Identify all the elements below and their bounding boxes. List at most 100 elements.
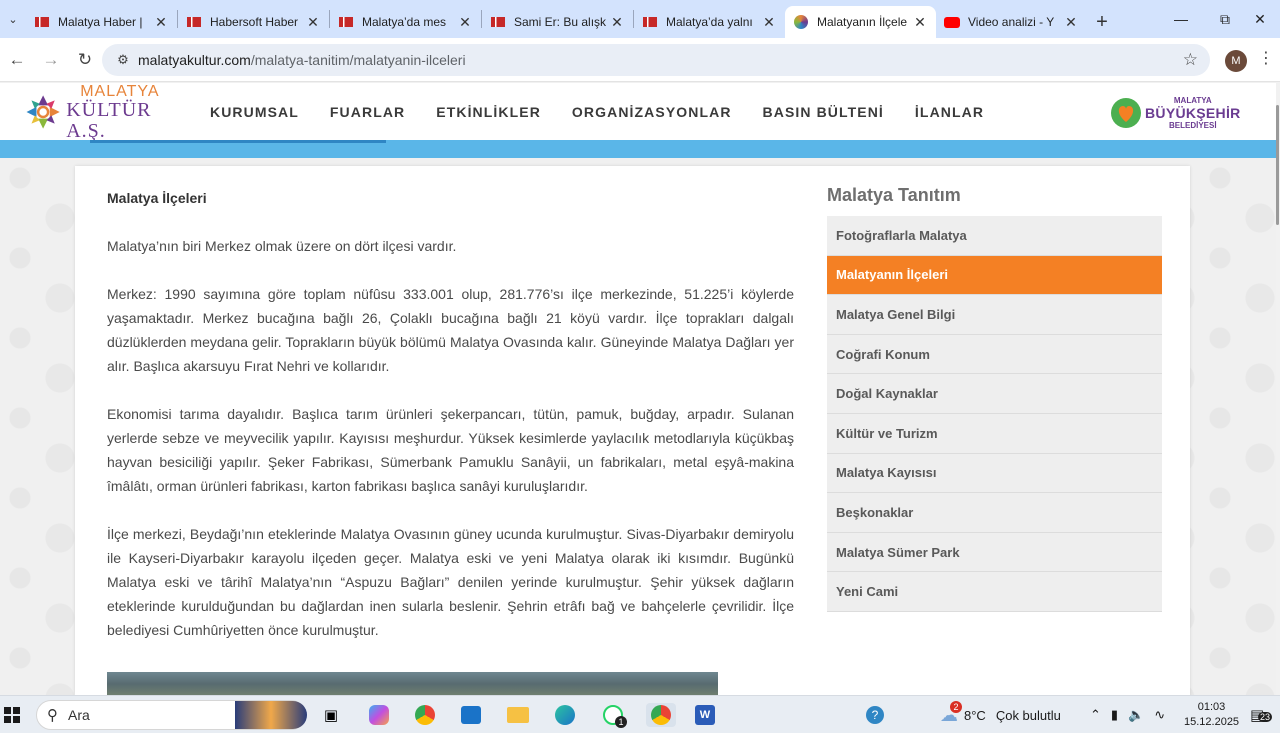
bookmark-star-icon[interactable]: ☆ (1183, 50, 1198, 70)
browser-tab[interactable]: Habersoft Haber ✕ (178, 6, 329, 38)
buyuksehir-logo[interactable]: MALATYA BÜYÜKŞEHİR BELEDİYESİ (1110, 95, 1241, 131)
page-scrollbar[interactable] (1276, 83, 1280, 695)
browser-tab-active[interactable]: Malatyanın İlçele ✕ (785, 6, 936, 38)
speaker-icon[interactable]: 🔈 (1128, 707, 1144, 723)
close-tab-icon[interactable]: ✕ (1063, 14, 1079, 31)
article-paragraph: İlçe merkezi, Beydağı’nın eteklerinde Ma… (107, 526, 794, 638)
nav-link[interactable]: İLANLAR (915, 104, 984, 120)
nav-link[interactable]: ETKİNLİKLER (436, 104, 541, 120)
sidebar-item[interactable]: Beşkonaklar (827, 493, 1162, 533)
browser-menu-icon[interactable]: ⋮ (1258, 48, 1274, 68)
taskbar-search[interactable]: ⚲ Ara (36, 700, 307, 730)
close-tab-icon[interactable]: ✕ (305, 14, 321, 31)
nav-link[interactable]: KURUMSAL (210, 104, 299, 120)
browser-tab-strip: ⌄ Malatya Haber | ✕ Habersoft Haber ✕ Malaty… (0, 0, 1280, 38)
sidebar-item[interactable]: Doğal Kaynaklar (827, 374, 1162, 414)
article-paragraph: Merkez: 1990 sayımına göre toplam nüfûsu… (107, 286, 794, 374)
clock[interactable]: 01:03 15.12.2025 (1184, 696, 1239, 733)
news-favicon-icon (642, 14, 658, 30)
weather-alert-badge: 2 (950, 700, 962, 713)
close-tab-icon[interactable]: ✕ (153, 14, 169, 31)
edge-icon[interactable] (552, 703, 578, 727)
article-title: Malatya İlçeleri (107, 190, 207, 206)
belediye-emblem-icon (1111, 98, 1141, 128)
partner-logo-sub: BELEDİYESİ (1169, 121, 1217, 130)
notification-badge: 23 (1258, 712, 1273, 722)
browser-tab[interactable]: Malatya’da mes ✕ (330, 6, 481, 38)
tray-chevron-up-icon[interactable]: ⌃ (1090, 707, 1101, 723)
close-tab-icon[interactable]: ✕ (609, 14, 625, 31)
file-explorer-icon[interactable] (505, 703, 531, 727)
close-tab-icon[interactable]: ✕ (912, 14, 928, 31)
sidebar-item[interactable]: Malatya Kayısısı (827, 453, 1162, 494)
clock-time: 01:03 (1197, 701, 1226, 713)
close-tab-icon[interactable]: ✕ (457, 14, 473, 31)
tab-title: Habersoft Haber (210, 15, 299, 29)
taskbar-search-label: Ara (68, 707, 90, 723)
tab-search-chevron-icon[interactable]: ⌄ (0, 0, 26, 38)
main-nav: KURUMSAL FUARLAR ETKİNLİKLER ORGANİZASYONLA… (210, 83, 984, 140)
wifi-icon[interactable]: ∿ (1154, 707, 1165, 723)
sidebar-item[interactable]: Yeni Cami (827, 572, 1162, 612)
nav-link[interactable]: FUARLAR (330, 104, 405, 120)
close-tab-icon[interactable]: ✕ (761, 14, 777, 31)
notification-center[interactable]: ▤23 (1250, 696, 1273, 733)
article-paragraph: Malatya’nın biri Merkez olmak üzere on d… (107, 238, 457, 254)
chrome-icon[interactable] (412, 703, 438, 727)
weather-temp: 8°C (964, 707, 986, 723)
battery-icon[interactable]: ▮ (1111, 707, 1118, 723)
sidebar-item[interactable]: Malatya Genel Bilgi (827, 295, 1162, 335)
new-tab-button[interactable]: + (1087, 6, 1117, 38)
word-icon[interactable]: W (692, 703, 718, 727)
reload-icon[interactable]: ↻ (68, 43, 102, 77)
search-highlight-image (235, 701, 307, 729)
sidebar-item[interactable]: Fotoğraflarla Malatya (827, 216, 1162, 256)
notification-icon: ▤23 (1250, 706, 1273, 724)
help-icon[interactable]: ? (862, 703, 888, 727)
forward-arrow-icon[interactable]: → (34, 43, 68, 77)
browser-tab[interactable]: Malatya Haber | ✕ (26, 6, 177, 38)
content-card: Malatya İlçeleri Malatya’nın biri Merkez… (75, 166, 1190, 702)
tab-title: Malatya’da mes (362, 15, 447, 29)
task-view-icon[interactable]: ▣ (318, 703, 344, 727)
weather-widget[interactable]: ☁ 2 8°C Çok bulutlu (940, 696, 1061, 733)
copilot-icon[interactable] (366, 703, 392, 727)
system-tray: ⌃ ▮ 🔈 ∿ (1090, 696, 1165, 733)
news-favicon-icon (338, 14, 354, 30)
browser-tab[interactable]: Sami Er: Bu alışk ✕ (482, 6, 633, 38)
outlook-icon[interactable] (458, 703, 484, 727)
site-logo[interactable]: MALATYA KÜLTÜR A.Ş. (24, 83, 174, 141)
site-info-icon[interactable]: ⚙ (108, 52, 138, 68)
search-icon: ⚲ (47, 707, 58, 724)
minimize-icon[interactable]: — (1158, 0, 1204, 38)
whatsapp-icon[interactable]: 1 (600, 703, 627, 728)
nav-link[interactable]: BASIN BÜLTENİ (763, 104, 884, 120)
cloud-icon: ☁ 2 (940, 700, 962, 726)
url-host: malatyakultur.com (138, 52, 251, 68)
kultur-favicon-icon (793, 14, 809, 30)
nav-link[interactable]: ORGANİZASYONLAR (572, 104, 732, 120)
address-bar[interactable]: ⚙ malatyakultur.com/malatya-tanitim/mala… (102, 44, 1210, 76)
windows-start-icon[interactable] (0, 703, 24, 727)
chrome-profile-icon[interactable] (646, 703, 676, 727)
back-arrow-icon[interactable]: ← (0, 43, 34, 77)
close-window-icon[interactable]: ✕ (1240, 0, 1280, 38)
sidebar: Malatya Tanıtım Fotoğraflarla Malatya Mal… (827, 184, 1162, 612)
sidebar-item[interactable]: Malatya Sümer Park (827, 532, 1162, 573)
news-favicon-icon (34, 14, 50, 30)
sidebar-item[interactable]: Coğrafi Konum (827, 334, 1162, 375)
article-paragraph: Ekonomisi tarıma dayalıdır. Başlıca tarı… (107, 406, 794, 494)
kultur-flower-logo-icon (26, 95, 60, 129)
tab-title: Malatya Haber | (58, 15, 143, 29)
header-blue-bar (0, 140, 1276, 158)
browser-tab[interactable]: Video analizi - Y ✕ (936, 6, 1087, 38)
article: Malatya İlçeleri Malatya’nın biri Merkez… (107, 188, 794, 666)
url-path: /malatya-tanitim/malatyanin-ilceleri (250, 52, 466, 68)
profile-avatar[interactable]: M (1225, 50, 1247, 72)
logo-line2: KÜLTÜR A.Ş. (66, 98, 152, 142)
sidebar-item[interactable]: Kültür ve Turizm (827, 413, 1162, 454)
youtube-favicon-icon (944, 14, 960, 30)
sidebar-menu: Fotoğraflarla Malatya Malatyanın İlçeleri… (827, 216, 1162, 612)
browser-tab[interactable]: Malatya’da yalnı ✕ (634, 6, 785, 38)
sidebar-item-active[interactable]: Malatyanın İlçeleri (827, 255, 1162, 296)
